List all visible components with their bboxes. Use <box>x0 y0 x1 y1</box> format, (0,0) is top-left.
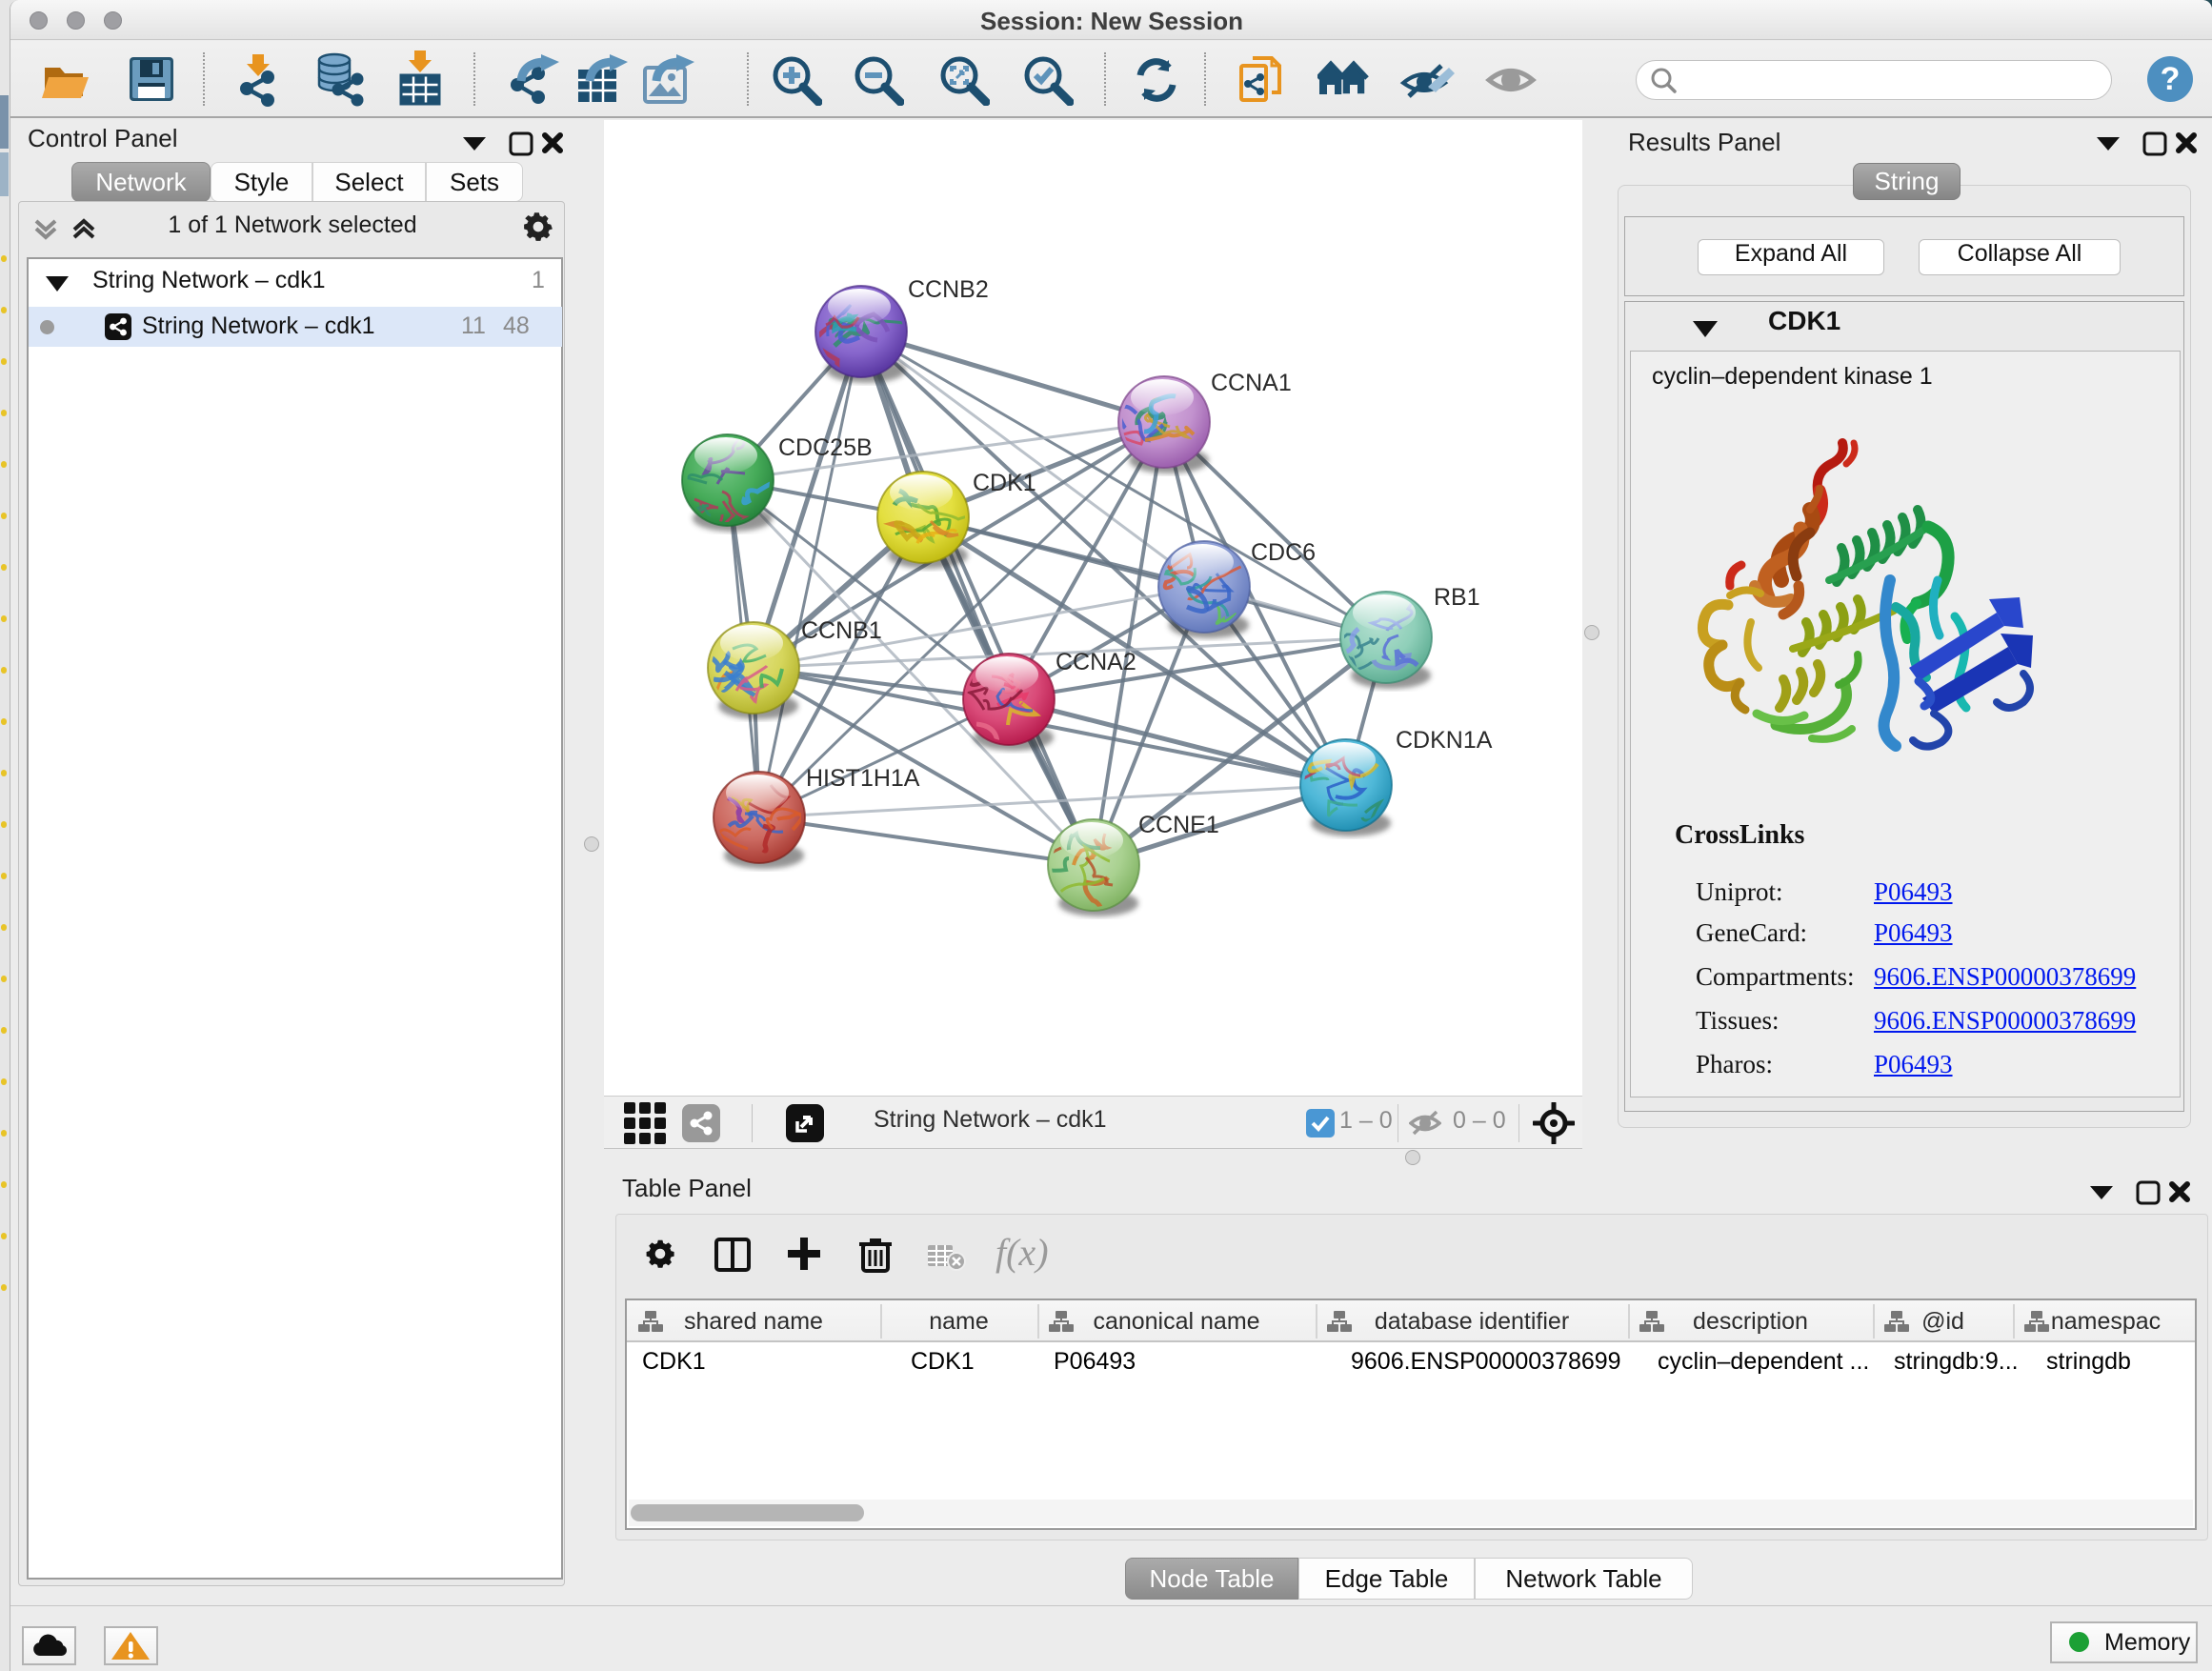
svg-text:CCNB2: CCNB2 <box>908 276 989 303</box>
svg-text:CDC25B: CDC25B <box>778 434 873 461</box>
svg-text:HIST1H1A: HIST1H1A <box>806 765 920 792</box>
svg-text:?: ? <box>2161 61 2181 97</box>
svg-text:CCNA1: CCNA1 <box>1211 370 1292 396</box>
svg-text:CCNA2: CCNA2 <box>1056 649 1136 675</box>
svg-text:CDC6: CDC6 <box>1251 539 1316 566</box>
svg-text:CDK1: CDK1 <box>973 470 1036 496</box>
svg-text:CDKN1A: CDKN1A <box>1396 727 1493 754</box>
svg-text:CCNE1: CCNE1 <box>1138 812 1219 838</box>
svg-text:CCNB1: CCNB1 <box>801 617 882 644</box>
svg-text:RB1: RB1 <box>1434 584 1480 611</box>
